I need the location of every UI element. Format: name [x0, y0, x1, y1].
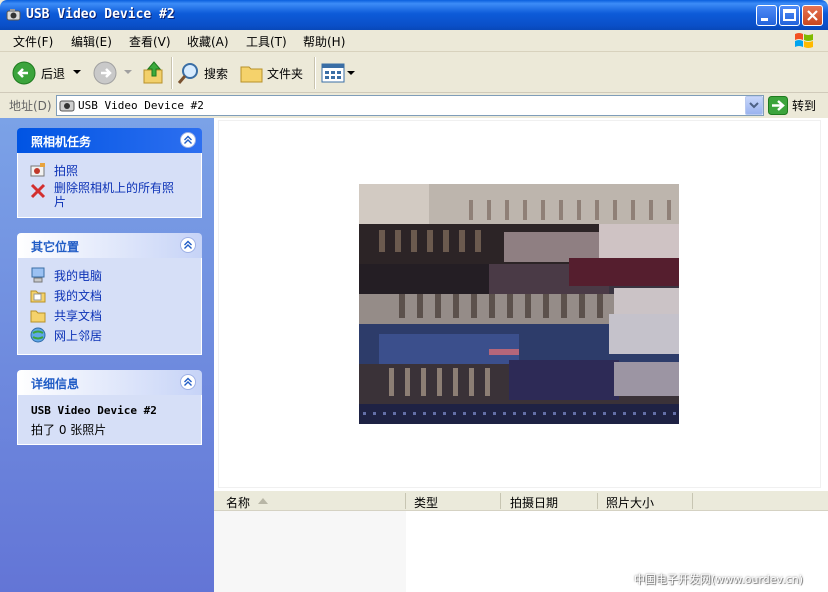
menu-view[interactable]: 查看(V) [129, 33, 171, 50]
place-my-computer[interactable]: 我的电脑 [54, 267, 102, 284]
details-title: 详细信息 [31, 377, 80, 391]
camera-preview-image [359, 184, 679, 424]
folders-label: 文件夹 [267, 67, 304, 81]
collapse-icon[interactable] [180, 237, 196, 253]
details-photo-count: 拍了 0 张照片 [31, 423, 107, 437]
collapse-icon[interactable] [180, 132, 196, 148]
search-button[interactable]: 搜索 [176, 59, 234, 87]
back-dropdown-icon[interactable] [73, 70, 81, 75]
close-button[interactable] [802, 5, 823, 26]
views-button[interactable] [320, 60, 356, 86]
minimize-button[interactable] [756, 5, 777, 26]
folder-icon [240, 66, 263, 83]
back-label: 后退 [41, 67, 66, 81]
views-icon [321, 63, 345, 83]
forward-dropdown-icon[interactable] [124, 70, 132, 75]
task-delete-all-photos[interactable]: 删除照相机上的所有照片 [54, 181, 179, 209]
menu-tools[interactable]: 工具(T) [246, 33, 287, 50]
toolbar-separator [314, 57, 315, 89]
search-label: 搜索 [204, 67, 229, 81]
menu-bar [0, 30, 828, 52]
folders-button[interactable]: 文件夹 [238, 59, 308, 87]
file-list[interactable] [214, 511, 406, 592]
place-network[interactable]: 网上邻居 [54, 327, 102, 344]
camera-app-icon [6, 9, 21, 21]
chevron-down-icon [749, 102, 759, 109]
go-arrow-icon[interactable] [768, 96, 788, 115]
camera-icon [30, 163, 45, 177]
search-icon [177, 63, 198, 84]
column-divider[interactable] [692, 493, 693, 509]
maximize-button[interactable] [779, 5, 800, 26]
place-my-documents[interactable]: 我的文档 [54, 287, 102, 304]
menu-file[interactable]: 文件(F) [13, 33, 53, 50]
camera-tasks-title: 照相机任务 [31, 135, 92, 149]
address-label: 地址(D) [9, 99, 52, 113]
other-places-title: 其它位置 [31, 240, 80, 254]
address-value: USB Video Device #2 [78, 99, 204, 112]
sort-ascending-icon [258, 498, 268, 504]
shared-folder-icon [30, 310, 46, 323]
column-type[interactable]: 类型 [414, 494, 438, 511]
network-icon [30, 327, 46, 343]
forward-arrow-icon[interactable] [93, 61, 117, 85]
window-title: USB Video Device #2 [26, 7, 175, 22]
column-divider[interactable] [500, 493, 501, 509]
maximize-icon [783, 9, 796, 21]
details-device-name: USB Video Device #2 [31, 404, 157, 417]
column-photo-size[interactable]: 照片大小 [606, 494, 654, 511]
menu-favorites[interactable]: 收藏(A) [187, 33, 229, 50]
back-arrow-icon [12, 61, 36, 85]
windows-logo-icon [795, 33, 813, 48]
go-button[interactable]: 转到 [792, 97, 816, 114]
documents-icon [30, 290, 46, 303]
menu-edit[interactable]: 编辑(E) [71, 33, 112, 50]
menu-help[interactable]: 帮助(H) [303, 33, 345, 50]
column-date-taken[interactable]: 拍摄日期 [510, 494, 558, 511]
address-dropdown-button[interactable] [745, 96, 763, 115]
computer-icon [31, 267, 45, 283]
collapse-icon[interactable] [180, 374, 196, 390]
place-shared-documents[interactable]: 共享文档 [54, 307, 102, 324]
task-take-picture[interactable]: 拍照 [54, 162, 78, 179]
up-folder-icon[interactable] [142, 60, 166, 86]
watermark-text: 中国电子开发网(www.ourdev.cn) [634, 573, 804, 586]
column-divider[interactable] [405, 493, 406, 509]
delete-icon [30, 183, 46, 199]
minimize-icon [761, 18, 768, 21]
column-divider[interactable] [597, 493, 598, 509]
toolbar-separator [171, 57, 172, 89]
camera-icon [59, 100, 75, 112]
column-name[interactable]: 名称 [226, 494, 250, 511]
close-icon [807, 10, 818, 21]
views-dropdown-icon [347, 71, 355, 75]
